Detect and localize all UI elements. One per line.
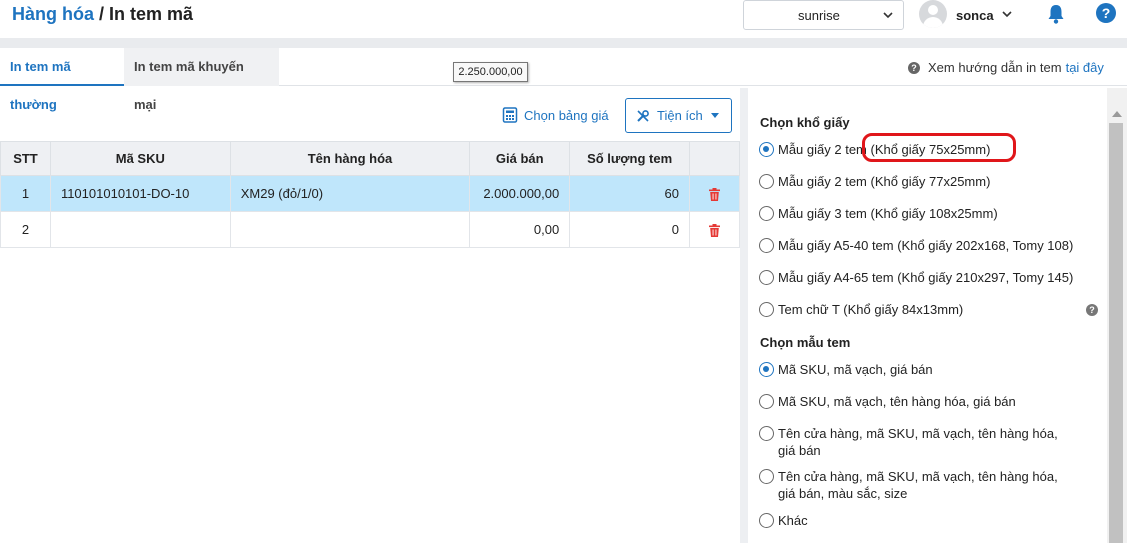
calculator-icon bbox=[502, 107, 518, 123]
delete-row-button[interactable] bbox=[689, 211, 740, 248]
cell-qty[interactable]: 0 bbox=[569, 211, 690, 248]
radio[interactable] bbox=[759, 513, 774, 528]
choose-price-table-label: Chọn bảng giá bbox=[524, 108, 609, 123]
delete-row-button[interactable] bbox=[689, 175, 740, 212]
store-select-value: sunrise bbox=[798, 8, 840, 23]
user-name: sonca bbox=[956, 8, 994, 23]
header-divider bbox=[0, 38, 1127, 48]
radio[interactable] bbox=[759, 174, 774, 189]
avatar bbox=[919, 0, 947, 28]
paper-option-label: Mẫu giấy 3 tem (Khổ giấy 108x25mm) bbox=[778, 206, 998, 221]
breadcrumb-link[interactable]: Hàng hóa bbox=[12, 4, 94, 24]
top-bar: Hàng hóa / In tem mã sunrise sonca bbox=[0, 0, 1127, 38]
guide-link[interactable]: tại đây bbox=[1066, 60, 1104, 75]
radio[interactable] bbox=[759, 238, 774, 253]
radio[interactable] bbox=[759, 394, 774, 409]
col-actions bbox=[689, 141, 740, 176]
cell-price: 2.000.000,00 bbox=[469, 175, 571, 212]
template-section-label: Chọn mẫu tem bbox=[760, 335, 851, 350]
col-stt: STT bbox=[0, 141, 51, 176]
template-option-label: Mã SKU, mã vạch, tên hàng hóa, giá bán bbox=[778, 394, 1016, 409]
template-option-label: Mã SKU, mã vạch, giá bán bbox=[778, 362, 933, 377]
question-icon bbox=[908, 62, 920, 74]
utilities-label: Tiện ích bbox=[657, 108, 703, 123]
cell-name bbox=[229, 211, 471, 248]
paper-option-label: Tem chữ T (Khổ giấy 84x13mm) bbox=[778, 302, 964, 317]
table-row[interactable]: 2 0,00 0 bbox=[0, 211, 740, 248]
tab-normal-label[interactable]: In tem mã thường bbox=[0, 48, 124, 112]
col-price: Giá bán bbox=[469, 141, 571, 176]
help-icon[interactable] bbox=[1086, 304, 1098, 316]
cell-name: XM29 (đỏ/1/0) bbox=[229, 175, 471, 212]
chevron-down-icon bbox=[883, 12, 893, 19]
breadcrumb-separator: / bbox=[94, 4, 110, 24]
cell-sku[interactable] bbox=[49, 211, 231, 248]
radio-selected[interactable] bbox=[759, 142, 774, 157]
template-option-label: Tên cửa hàng, mã SKU, mã vạch, tên hàng … bbox=[778, 426, 1058, 458]
col-sku: Mã SKU bbox=[49, 141, 231, 176]
utilities-dropdown-button[interactable]: Tiện ích bbox=[625, 98, 732, 133]
cell-stt: 2 bbox=[0, 211, 51, 248]
cell-price: 0,00 bbox=[469, 211, 571, 248]
tools-icon bbox=[637, 110, 649, 122]
col-name: Tên hàng hóa bbox=[229, 141, 471, 176]
paper-option-label: Mẫu giấy 2 tem (Khổ giấy 75x25mm) bbox=[778, 142, 991, 157]
paper-option-label: Mẫu giấy A4-65 tem (Khổ giấy 210x297, To… bbox=[778, 270, 1074, 285]
paper-section-label: Chọn khổ giấy bbox=[760, 115, 850, 130]
user-menu[interactable]: sonca bbox=[919, 0, 1029, 30]
radio[interactable] bbox=[759, 206, 774, 221]
help-icon[interactable] bbox=[1096, 3, 1116, 23]
guide: Xem hướng dẫn in tem tại đây bbox=[908, 60, 1104, 75]
radio[interactable] bbox=[759, 302, 774, 317]
paper-option-label: Mẫu giấy 2 tem (Khổ giấy 77x25mm) bbox=[778, 174, 991, 189]
cell-qty[interactable]: 60 bbox=[569, 175, 690, 212]
table-header-row: STT Mã SKU Tên hàng hóa Giá bán Số lượng… bbox=[0, 141, 740, 176]
template-option-label: Khác bbox=[778, 513, 808, 528]
cell-sku[interactable]: 110101010101-DO-10 bbox=[49, 175, 231, 212]
panel-divider bbox=[740, 88, 748, 543]
tab-promo-label[interactable]: In tem mã khuyến mại bbox=[124, 48, 279, 112]
template-option-label: Tên cửa hàng, mã SKU, mã vạch, tên hàng … bbox=[778, 469, 1058, 501]
guide-text: Xem hướng dẫn in tem bbox=[928, 60, 1062, 75]
label-table: STT Mã SKU Tên hàng hóa Giá bán Số lượng… bbox=[0, 141, 740, 248]
paper-option-label: Mẫu giấy A5-40 tem (Khổ giấy 202x168, To… bbox=[778, 238, 1074, 253]
radio-selected[interactable] bbox=[759, 362, 774, 377]
radio[interactable] bbox=[759, 469, 774, 484]
radio[interactable] bbox=[759, 270, 774, 285]
col-qty: Số lượng tem bbox=[569, 141, 690, 176]
price-tooltip: 2.250.000,00 bbox=[453, 62, 528, 82]
choose-price-table-button[interactable]: Chọn bảng giá bbox=[502, 107, 609, 123]
trash-icon bbox=[709, 224, 720, 238]
cell-stt: 1 bbox=[0, 175, 51, 212]
store-select[interactable]: sunrise bbox=[743, 0, 904, 30]
bell-icon[interactable] bbox=[1046, 3, 1066, 25]
radio[interactable] bbox=[759, 426, 774, 441]
page-title: Hàng hóa / In tem mã bbox=[12, 4, 193, 25]
page-title-text: In tem mã bbox=[109, 4, 194, 24]
table-row[interactable]: 1 110101010101-DO-10 XM29 (đỏ/1/0) 2.000… bbox=[0, 175, 740, 212]
caret-down-icon bbox=[711, 113, 719, 118]
chevron-down-icon bbox=[1002, 11, 1012, 18]
scroll-up-arrow-icon[interactable] bbox=[1112, 111, 1122, 117]
scrollbar-thumb[interactable] bbox=[1109, 123, 1123, 543]
panel-scrollbar[interactable] bbox=[1107, 88, 1127, 543]
trash-icon bbox=[709, 188, 720, 202]
